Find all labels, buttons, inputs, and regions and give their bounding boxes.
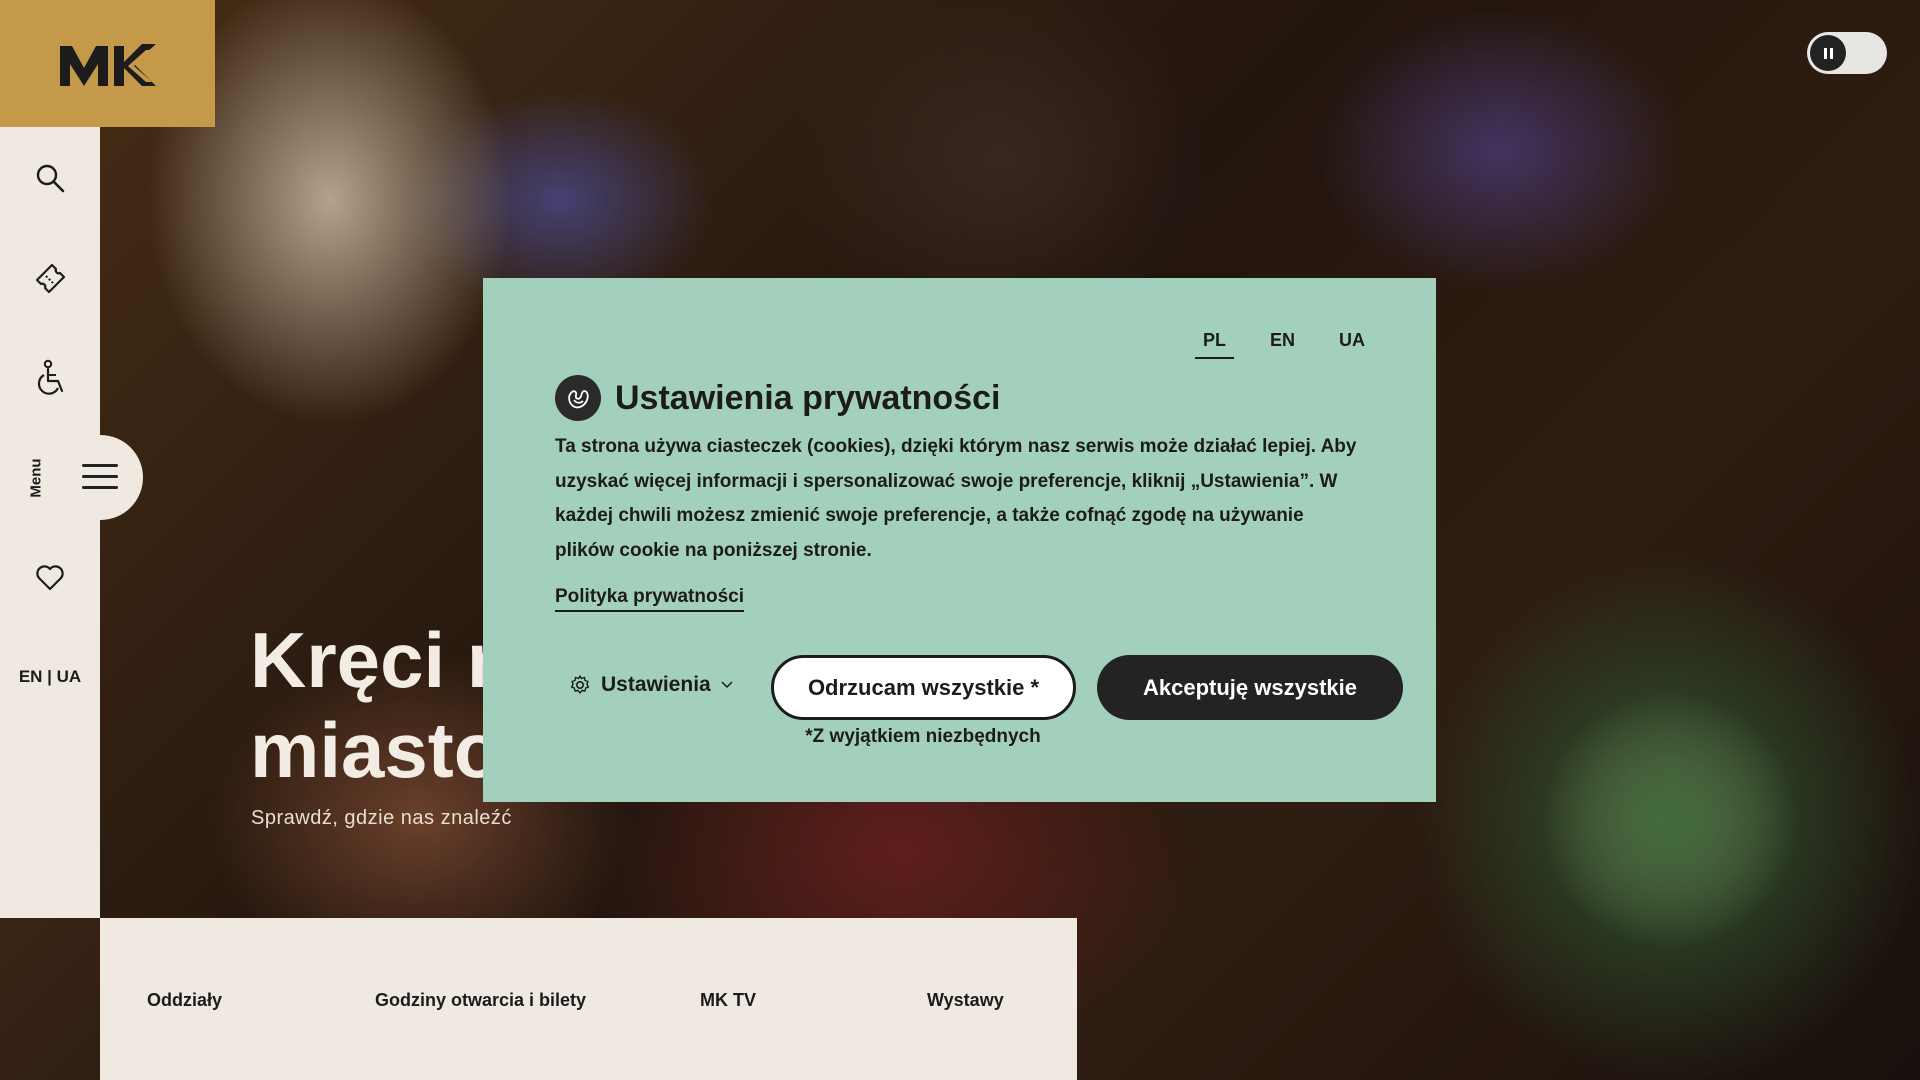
gear-icon [570, 675, 590, 694]
heart-icon[interactable] [30, 558, 70, 598]
menu-label: Menu [27, 458, 45, 498]
privacy-modal: PL EN UA Ustawienia prywatności Ta stron… [483, 278, 1436, 802]
hero-title: Kręci n miasto [250, 615, 514, 795]
mk-logo-icon [59, 43, 156, 86]
nav-oddzialy[interactable]: Oddziały [147, 990, 222, 1011]
video-pause-toggle[interactable] [1807, 32, 1887, 74]
logo[interactable] [0, 0, 215, 127]
modal-lang-en[interactable]: EN [1262, 330, 1303, 359]
reject-footnote: *Z wyjątkiem niezbędnych [805, 726, 1041, 747]
accept-all-button[interactable]: Akceptuję wszystkie [1097, 655, 1403, 720]
search-icon[interactable] [30, 158, 70, 198]
menu-button[interactable] [0, 435, 143, 520]
modal-header: Ustawienia prywatności [555, 375, 1000, 421]
hero-subtitle-link[interactable]: Sprawdź, gdzie nas znaleźć [251, 807, 512, 830]
settings-button[interactable]: Ustawienia [569, 673, 733, 697]
reject-all-button[interactable]: Odrzucam wszystkie * [771, 655, 1076, 720]
modal-title: Ustawienia prywatności [615, 378, 1001, 417]
rail-language-switch[interactable]: EN | UA [0, 667, 100, 687]
settings-label: Ustawienia [601, 673, 711, 696]
pause-icon [1810, 35, 1846, 71]
modal-body-text: Ta strona używa ciasteczek (cookies), dz… [555, 436, 1357, 561]
nav-mk-tv[interactable]: MK TV [700, 990, 756, 1011]
hero-title-line-1: Kręci n [250, 616, 515, 704]
modal-lang-pl[interactable]: PL [1194, 330, 1234, 359]
nav-godziny-otwarcia[interactable]: Godziny otwarcia i bilety [375, 990, 586, 1011]
cookie-icon [555, 375, 601, 421]
modal-language-switch: PL EN UA [1194, 330, 1373, 359]
hamburger-icon[interactable] [82, 464, 118, 490]
chevron-down-icon [721, 681, 733, 689]
modal-lang-ua[interactable]: UA [1331, 330, 1373, 359]
privacy-policy-link[interactable]: Polityka prywatności [555, 586, 745, 612]
nav-wystawy[interactable]: Wystawy [927, 990, 1004, 1011]
ticket-icon[interactable] [30, 258, 70, 298]
hero-title-line-2: miasto [250, 706, 502, 794]
bottom-nav: Oddziały Godziny otwarcia i bilety MK TV… [100, 918, 1077, 1080]
accessibility-icon[interactable] [30, 358, 70, 398]
